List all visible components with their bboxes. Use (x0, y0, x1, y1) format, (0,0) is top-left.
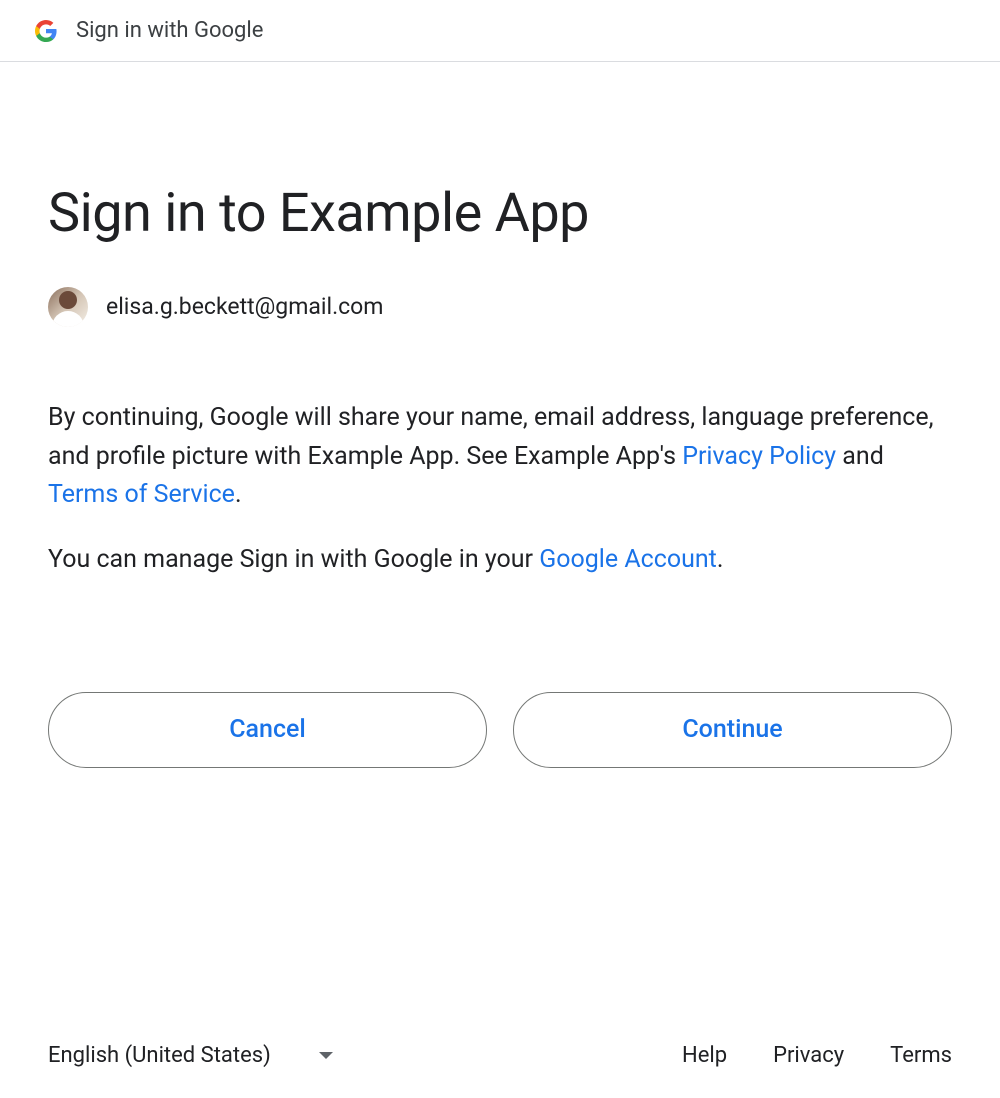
language-selector[interactable]: English (United States) (48, 1043, 333, 1068)
privacy-policy-link[interactable]: Privacy Policy (682, 442, 836, 471)
footer: English (United States) Help Privacy Ter… (48, 1043, 952, 1068)
consent-text: By continuing, Google will share your na… (48, 399, 952, 515)
chevron-down-icon (319, 1052, 333, 1059)
button-row: Cancel Continue (48, 692, 952, 768)
terms-link[interactable]: Terms (890, 1043, 952, 1068)
manage-prefix: You can manage Sign in with Google in yo… (48, 545, 539, 574)
header-title: Sign in with Google (76, 18, 263, 43)
consent-and: and (836, 442, 884, 471)
page-title: Sign in to Example App (48, 182, 952, 247)
consent-period: . (235, 480, 242, 509)
account-email: elisa.g.beckett@gmail.com (106, 293, 383, 320)
terms-of-service-link[interactable]: Terms of Service (48, 480, 235, 509)
cancel-button[interactable]: Cancel (48, 692, 487, 768)
privacy-link[interactable]: Privacy (773, 1043, 844, 1068)
google-logo-icon (34, 19, 58, 43)
main-content: Sign in to Example App elisa.g.beckett@g… (0, 62, 1000, 768)
manage-text: You can manage Sign in with Google in yo… (48, 541, 952, 580)
google-account-link[interactable]: Google Account (539, 545, 717, 574)
continue-button[interactable]: Continue (513, 692, 952, 768)
help-link[interactable]: Help (682, 1043, 727, 1068)
account-row: elisa.g.beckett@gmail.com (48, 287, 952, 327)
manage-period: . (717, 545, 724, 574)
footer-links: Help Privacy Terms (682, 1043, 952, 1068)
language-label: English (United States) (48, 1043, 271, 1068)
avatar (48, 287, 88, 327)
header-bar: Sign in with Google (0, 0, 1000, 62)
